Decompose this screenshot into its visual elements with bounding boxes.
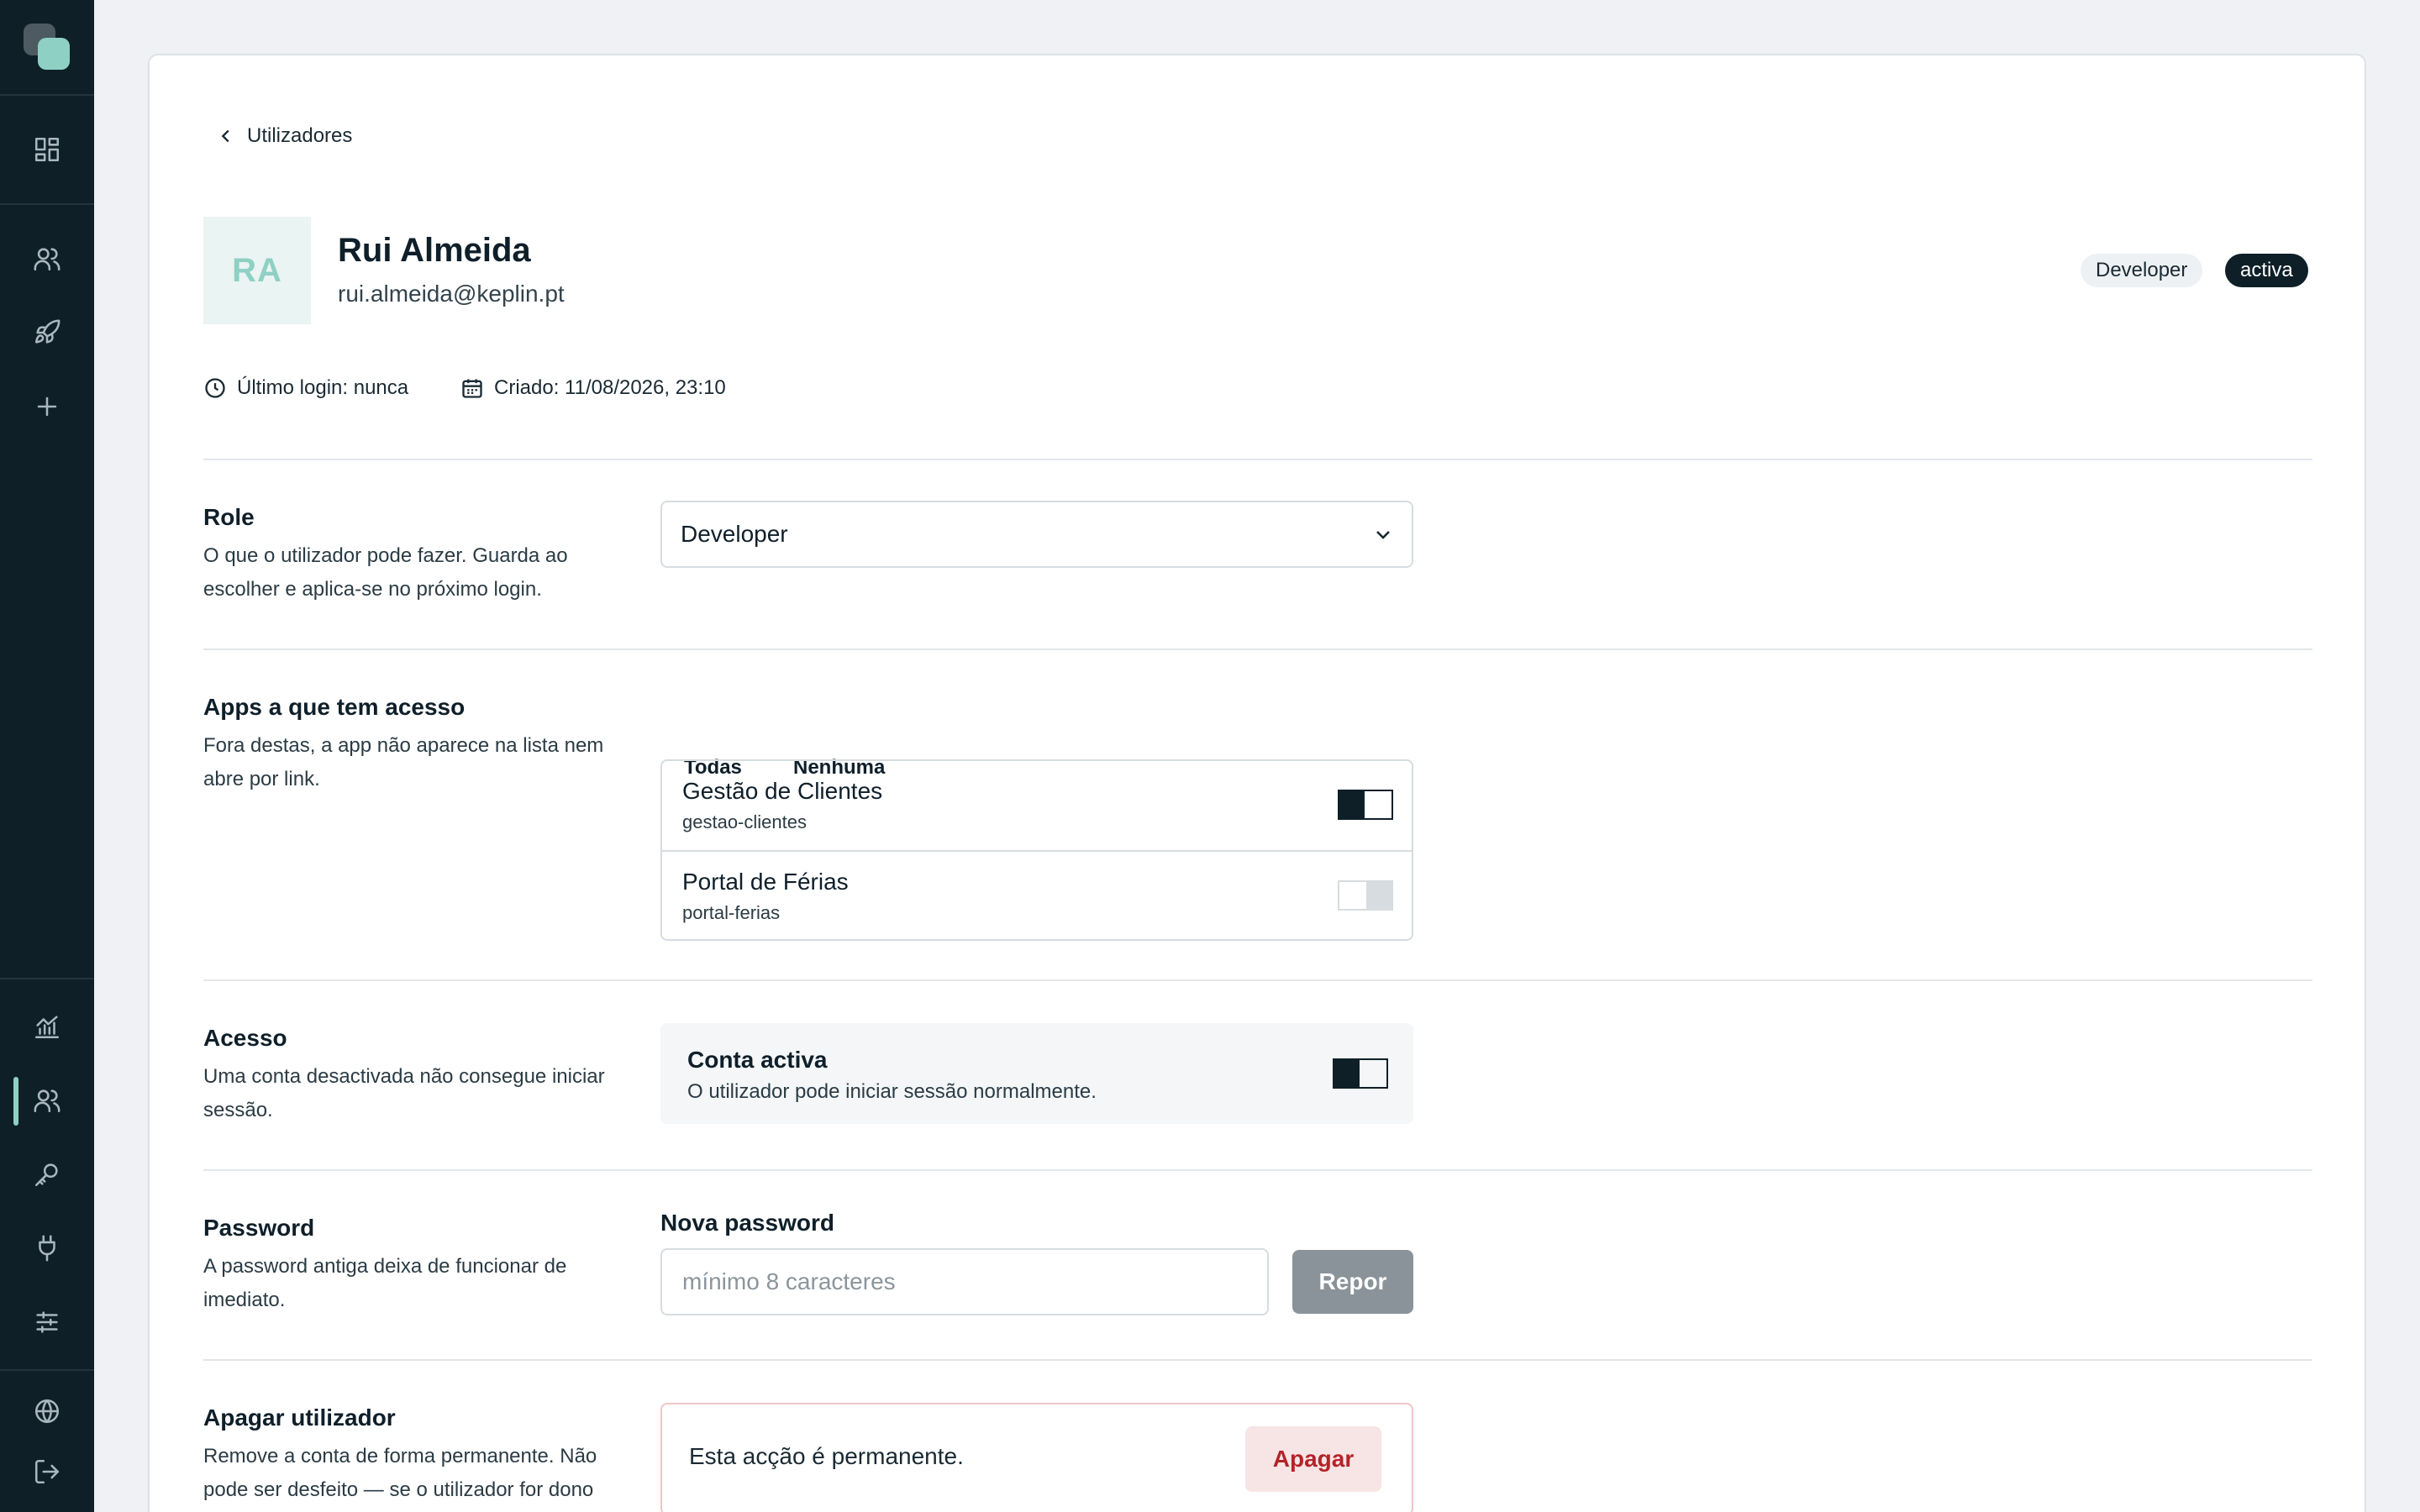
apps-section-title: Apps a que tem acesso: [203, 694, 466, 720]
section-divider: [203, 648, 2312, 650]
list-item: Portal de Férias portal-ferias: [662, 850, 1412, 939]
app-access-toggle[interactable]: [1338, 790, 1393, 820]
role-select[interactable]: Developer: [660, 501, 1413, 568]
calendar-icon: [462, 379, 482, 398]
users-icon[interactable]: [30, 242, 64, 276]
app-name: Gestão de Clientes: [682, 778, 883, 804]
list-item: Gestão de Clientes gestao-clientes: [662, 761, 1412, 850]
user-email: rui.almeida@keplin.pt: [338, 281, 565, 307]
account-active-description: O utilizador pode iniciar sessão normalm…: [687, 1080, 1097, 1103]
role-section-title: Role: [203, 504, 255, 530]
users-icon[interactable]: [30, 1084, 64, 1117]
key-icon[interactable]: [30, 1158, 64, 1191]
account-active-toggle[interactable]: [1333, 1058, 1388, 1089]
reset-password-button[interactable]: Repor: [1292, 1250, 1413, 1314]
sidebar-divider: [0, 203, 94, 205]
logout-icon[interactable]: [30, 1455, 64, 1488]
app-slug: gestao-clientes: [682, 811, 807, 832]
chevron-down-icon: [1376, 531, 1390, 539]
access-section-description: Uma conta desactivada não consegue inici…: [203, 1065, 605, 1121]
last-login: Último login: nunca: [203, 376, 408, 400]
access-section-title: Acesso: [203, 1025, 287, 1051]
delete-user-panel: Esta acção é permanente. Apagar: [660, 1403, 1413, 1512]
back-link-label: Utilizadores: [247, 124, 353, 147]
avatar: RA: [203, 217, 311, 324]
globe-icon[interactable]: [30, 1394, 64, 1428]
created-date-text: Criado: 11/08/2026, 23:10: [494, 376, 726, 399]
back-link[interactable]: Utilizadores: [217, 124, 352, 148]
delete-warning-text: Esta acção é permanente.: [689, 1443, 964, 1469]
sidebar-divider: [0, 1369, 94, 1371]
section-divider: [203, 1169, 2312, 1171]
role-badge: Developer: [2081, 254, 2203, 287]
role-section-description: O que o utilizador pode fazer. Guarda ao…: [203, 544, 568, 601]
rocket-icon[interactable]: [30, 316, 64, 349]
account-active-panel: Conta activa O utilizador pode iniciar s…: [660, 1023, 1413, 1124]
chevron-left-icon: [221, 129, 229, 143]
chart-icon[interactable]: [30, 1010, 64, 1043]
app-logo[interactable]: [24, 24, 71, 71]
app-access-toggle[interactable]: [1338, 880, 1393, 911]
section-divider: [203, 459, 2312, 460]
dashboard-icon[interactable]: [30, 133, 64, 166]
new-password-input[interactable]: [660, 1248, 1269, 1315]
new-password-label: Nova password: [660, 1210, 834, 1236]
apps-section-description: Fora destas, a app não aparece na lista …: [203, 734, 604, 790]
app-slug: portal-ferias: [682, 902, 781, 923]
status-badge: activa: [2225, 254, 2308, 287]
delete-section-description: Remove a conta de forma permanente. Não …: [203, 1445, 597, 1501]
sidebar-divider: [0, 978, 94, 979]
delete-user-button[interactable]: Apagar: [1245, 1426, 1381, 1492]
active-indicator: [13, 1077, 18, 1126]
sidebar-divider: [0, 94, 94, 96]
role-select-value: Developer: [681, 521, 788, 547]
apps-list: Gestão de Clientes gestao-clientes Porta…: [660, 759, 1413, 941]
created-date: Criado: 11/08/2026, 23:10: [460, 376, 726, 400]
clock-icon: [205, 378, 225, 398]
account-active-title: Conta activa: [687, 1047, 828, 1073]
user-detail-card: Utilizadores RA Rui Almeida rui.almeida@…: [148, 54, 2366, 1512]
user-name: Rui Almeida: [338, 232, 531, 269]
section-divider: [203, 1359, 2312, 1361]
sidebar: [0, 0, 94, 1512]
last-login-text: Último login: nunca: [237, 376, 409, 399]
plug-icon[interactable]: [30, 1231, 64, 1265]
app-name: Portal de Férias: [682, 869, 849, 895]
section-divider: [203, 979, 2312, 981]
plus-icon[interactable]: [30, 390, 64, 423]
password-section-title: Password: [203, 1215, 315, 1241]
password-section-description: A password antiga deixa de funcionar de …: [203, 1255, 567, 1311]
delete-section-title: Apagar utilizador: [203, 1404, 396, 1431]
sliders-icon[interactable]: [30, 1305, 64, 1339]
